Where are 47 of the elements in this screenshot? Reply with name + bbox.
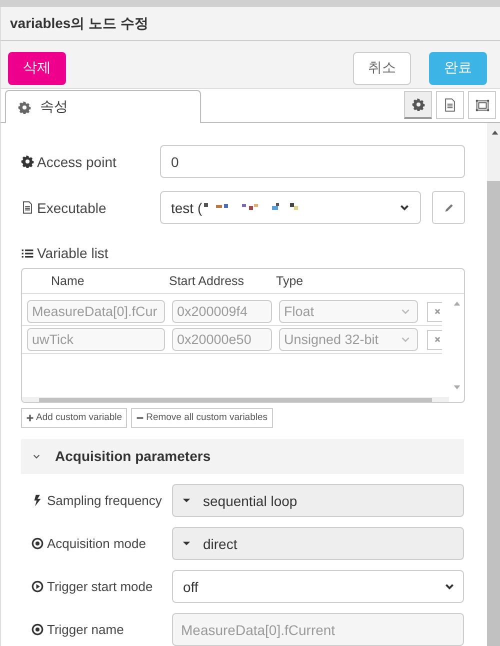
add-variable-button[interactable]: Add custom variable [21, 408, 128, 428]
frame-icon [474, 98, 490, 112]
target-icon [31, 623, 44, 636]
plus-icon [26, 414, 34, 422]
column-header: Start Address [169, 274, 246, 288]
caret-icon [182, 539, 191, 548]
parameter-label: Trigger start mode [47, 579, 154, 594]
column-header: Type [276, 274, 304, 288]
properties-tab[interactable]: 속성 [5, 90, 201, 123]
gear-icon [21, 155, 34, 168]
gear-icon [18, 100, 31, 114]
remove-all-button[interactable]: Remove all custom variables [131, 408, 273, 428]
scroll-down-icon[interactable] [452, 383, 460, 391]
section-header[interactable]: Acquisition parameters [21, 438, 464, 474]
close-icon [434, 308, 440, 315]
close-icon [434, 336, 440, 343]
remove-row-button[interactable] [427, 330, 442, 350]
parameter-select[interactable]: off [172, 570, 464, 603]
edit-button[interactable] [432, 191, 465, 224]
document-icon [443, 98, 457, 112]
column-header: Name [51, 274, 86, 288]
access-point-field[interactable]: 0 [160, 145, 465, 178]
settings-button[interactable] [404, 91, 432, 119]
executable-select[interactable]: test ( [160, 191, 421, 224]
parameter-label: Trigger name [47, 622, 125, 637]
variable-list-label: Variable list [37, 245, 108, 261]
list-icon [21, 246, 34, 260]
play-icon [31, 580, 44, 593]
remove-row-button[interactable] [427, 302, 442, 322]
delete-button[interactable]: 삭제 [8, 52, 66, 84]
target-icon [31, 537, 44, 550]
document-button[interactable] [436, 91, 464, 119]
parameter-dropdown[interactable]: sequential loop [172, 484, 464, 517]
access-point-label: Access point [37, 154, 118, 170]
scroll-up-icon[interactable] [490, 129, 498, 137]
frame-button[interactable] [468, 91, 496, 119]
scrollbar-thumb[interactable] [487, 181, 500, 646]
pencil-icon [442, 202, 454, 214]
parameter-label: Sampling frequency [47, 493, 163, 508]
executable-label: Executable [37, 200, 108, 216]
gear-icon [412, 98, 424, 111]
document-icon [21, 201, 34, 214]
cancel-button[interactable]: 취소 [353, 52, 411, 84]
parameter-dropdown[interactable]: direct [172, 527, 464, 560]
parameter-label: Acquisition mode [47, 536, 147, 551]
caret-icon [182, 496, 191, 505]
dialog-title: variables의 노드 수정 [10, 14, 148, 32]
